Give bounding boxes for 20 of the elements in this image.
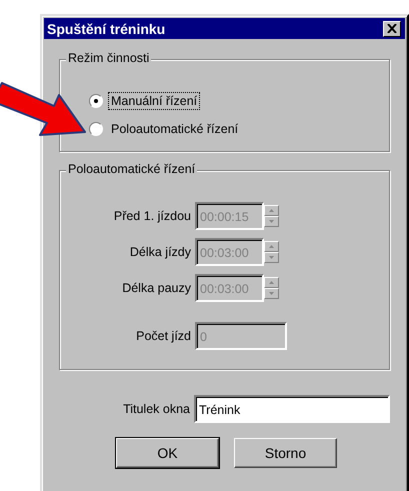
radio-label[interactable]: Poloautomatické řízení	[108, 120, 242, 138]
group-label: Poloautomatické řízení	[66, 162, 198, 176]
group-label: Režim činnosti	[66, 51, 152, 65]
spin-buttons[interactable]	[264, 274, 279, 302]
close-icon	[387, 24, 397, 33]
spin-buttons[interactable]	[264, 202, 279, 230]
field-label: Počet jízd	[135, 329, 192, 343]
dialog-button[interactable]: Storno	[234, 438, 337, 468]
radio-label[interactable]: Manuální řízení	[108, 92, 200, 110]
window-title: Spuštění tréninku	[47, 20, 166, 36]
spin-buttons[interactable]	[264, 238, 279, 266]
title-field[interactable]: Trénink	[194, 395, 390, 423]
dialog-button[interactable]: OK	[116, 438, 219, 468]
field-label: Délka pauzy	[121, 281, 192, 295]
field-label: Titulek okna	[122, 402, 191, 416]
field-label: Před 1. jízdou	[112, 209, 192, 223]
field-label: Délka jízdy	[128, 245, 192, 259]
close-button[interactable]	[383, 20, 401, 36]
radio-button[interactable]	[89, 122, 103, 136]
radio-button[interactable]	[89, 94, 103, 108]
